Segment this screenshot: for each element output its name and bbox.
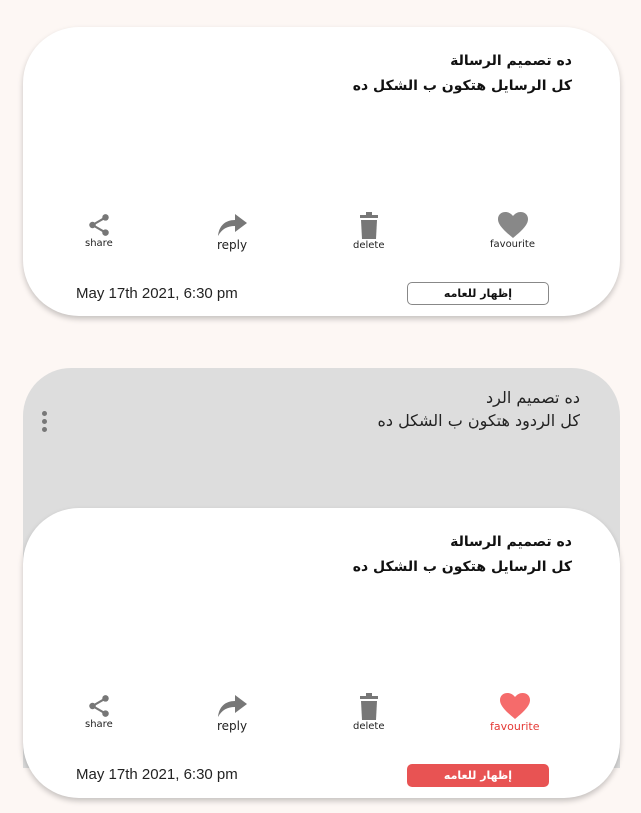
publish-button[interactable]: إظهار للعامه	[407, 282, 549, 305]
share-button[interactable]: share	[85, 212, 113, 249]
share-icon	[89, 214, 109, 236]
reply-line-2: كل الردود هتكون ب الشكل ده	[377, 411, 580, 430]
reply-icon	[218, 695, 247, 717]
message-line-1: ده تصميم الرسالة	[450, 534, 572, 550]
reply-icon	[218, 214, 247, 236]
delete-label: delete	[353, 721, 385, 732]
reply-button[interactable]: reply	[216, 693, 248, 733]
message-date: May 17th 2021, 6:30 pm	[76, 285, 238, 302]
message-line-1: ده تصميم الرسالة	[450, 53, 572, 69]
reply-label: reply	[216, 719, 248, 733]
heart-icon	[497, 212, 528, 238]
share-icon	[89, 695, 109, 717]
message-text: ده تصميم الرسالة كل الرسايل هتكون ب الشك…	[353, 49, 572, 99]
reply-button[interactable]: reply	[216, 212, 248, 252]
share-label: share	[85, 719, 113, 730]
favourite-button[interactable]: favourite	[490, 693, 539, 733]
share-button[interactable]: share	[85, 693, 113, 730]
message-line-2: كل الرسايل هتكون ب الشكل ده	[352, 78, 572, 94]
publish-button[interactable]: إظهار للعامه	[407, 764, 549, 787]
trash-icon	[359, 693, 378, 720]
delete-label: delete	[353, 240, 385, 251]
delete-button[interactable]: delete	[353, 212, 385, 251]
favourite-button[interactable]: favourite	[490, 212, 535, 250]
reply-line-1: ده تصميم الرد	[485, 388, 580, 407]
message-date: May 17th 2021, 6:30 pm	[76, 766, 238, 783]
message-card-2: ده تصميم الرسالة كل الرسايل هتكون ب الشك…	[23, 508, 620, 798]
favourite-label: favourite	[490, 239, 535, 250]
message-card: ده تصميم الرسالة كل الرسايل هتكون ب الشك…	[23, 27, 620, 316]
more-options-icon[interactable]	[40, 411, 48, 432]
message-line-2: كل الرسايل هتكون ب الشكل ده	[352, 559, 572, 575]
trash-icon	[359, 212, 378, 239]
favourite-label: favourite	[490, 720, 540, 733]
reply-label: reply	[216, 238, 248, 252]
message-text: ده تصميم الرسالة كل الرسايل هتكون ب الشك…	[353, 530, 572, 580]
heart-icon	[499, 693, 530, 719]
reply-text: ده تصميم الرد كل الردود هتكون ب الشكل ده	[377, 386, 580, 432]
share-label: share	[85, 238, 113, 249]
delete-button[interactable]: delete	[353, 693, 385, 732]
